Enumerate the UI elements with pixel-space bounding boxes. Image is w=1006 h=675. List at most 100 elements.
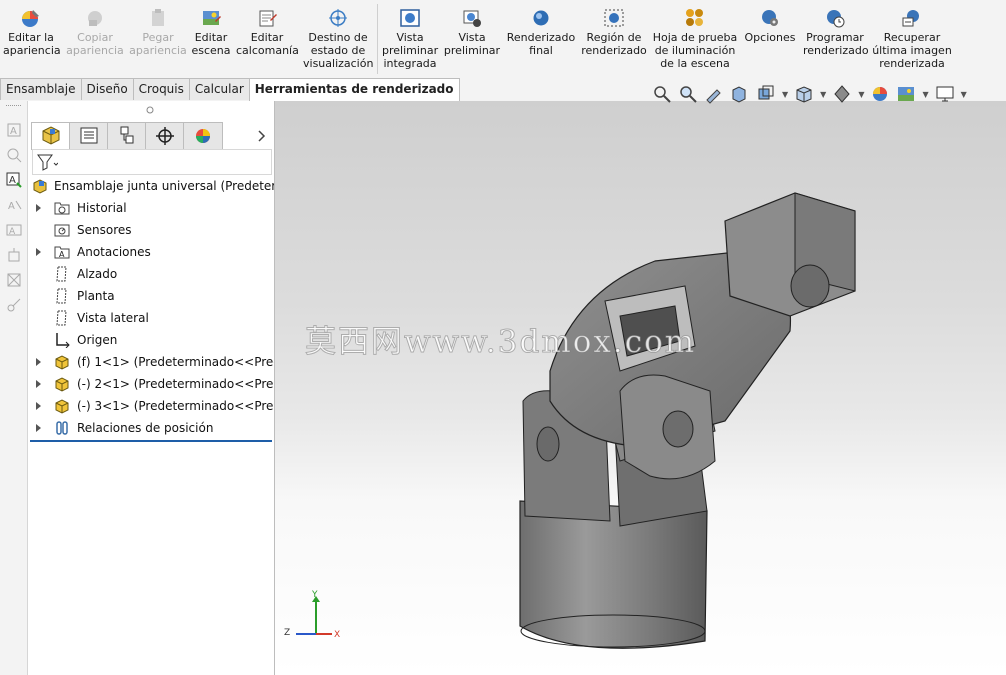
illumination-proof-sheet-button[interactable]: Hoja de prueba de iluminación de la esce… [652,6,738,70]
displaymanager-icon [196,129,210,143]
display-state-target-button[interactable]: Destino de estado de visualización [303,6,373,70]
edit-scene-button[interactable]: Editar escena [190,6,232,57]
weld-symbol-icon[interactable]: A [6,222,22,238]
preview-window-icon [463,10,481,27]
tree-filter-box[interactable] [32,149,272,175]
edit-appearance-button[interactable]: Editar la apariencia [3,6,61,57]
tab-calcular[interactable]: Calcular [188,78,250,100]
balloon-icon[interactable] [6,147,22,163]
featuremanager-icon [42,126,60,145]
tree-item-relaciones-de-posicion[interactable]: Relaciones de posición [28,417,274,439]
tree-item-anotaciones[interactable]: A Anotaciones [28,241,274,263]
ribbon-separator [377,4,378,74]
chevron-down-icon[interactable]: ▼ [858,90,864,99]
chevron-right-icon[interactable] [258,130,266,142]
chevron-down-icon[interactable]: ▼ [820,90,826,99]
left-tool-strip: A A A A [0,101,28,675]
tree-item-alzado[interactable]: Alzado [28,263,274,285]
assembly-icon [33,179,47,194]
sensor-icon [54,224,70,237]
filter-funnel-icon[interactable] [36,153,58,171]
command-manager-ribbon: Editar la apariencia Copiar apariencia P… [0,0,1006,78]
triad-z-label: Z [284,628,291,638]
mates-icon [56,421,68,435]
universal-joint-3d-model[interactable] [275,101,1006,675]
strip-grip[interactable] [6,105,21,116]
expand-arrow-icon[interactable] [36,402,41,410]
chevron-down-icon[interactable]: ▼ [922,90,928,99]
note-icon[interactable]: A [6,122,22,138]
render-region-icon [604,9,624,27]
manager-tab-row [28,122,274,150]
tree-item-part-3[interactable]: (-) 3<1> (Predeterminado<<Predeterminado… [28,395,274,417]
schedule-render-icon [827,10,845,28]
history-folder-icon [54,202,70,215]
tab-configurationmanager[interactable] [107,122,147,150]
final-render-icon [533,10,549,26]
schedule-render-button[interactable]: Programar renderizado [803,6,869,57]
tree-item-sensores[interactable]: Sensores [28,219,274,241]
tab-diseno[interactable]: Diseño [80,78,134,100]
datum-target-icon[interactable] [6,272,22,288]
chevron-down-icon[interactable]: ▼ [961,90,967,99]
tab-croquis[interactable]: Croquis [132,78,190,100]
reference-triad: Y X Z [282,590,342,645]
tree-item-planta[interactable]: Planta [28,285,274,307]
dimxpert-icon [156,127,174,145]
plane-icon [56,266,67,282]
final-render-button[interactable]: Renderizado final [506,6,576,57]
recall-last-render-icon [902,10,919,27]
tree-rollback-bar[interactable] [30,440,272,442]
paste-appearance-button[interactable]: Pegar apariencia [129,6,187,57]
expand-arrow-icon[interactable] [36,248,41,256]
tree-item-historial[interactable]: Historial [28,197,274,219]
display-state-target-icon [329,9,347,27]
tab-displaymanager[interactable] [183,122,223,150]
svg-text:A: A [9,175,16,186]
copy-appearance-icon [88,11,102,26]
expand-arrow-icon[interactable] [36,358,41,366]
tab-herramientas-de-renderizado[interactable]: Herramientas de renderizado [248,78,460,101]
triad-y-label: Y [312,590,318,600]
tree-item-vista-lateral[interactable]: Vista lateral [28,307,274,329]
tree-item-part-2[interactable]: (-) 2<1> (Predeterminado<<Predeterminado… [28,373,274,395]
paste-appearance-icon [152,9,164,26]
auto-balloon-icon[interactable]: A [6,172,22,188]
svg-text:A: A [59,250,65,259]
expand-arrow-icon[interactable] [36,380,41,388]
svg-text:A: A [10,126,17,137]
svg-text:A: A [9,227,16,237]
tab-featuremanager[interactable] [31,122,71,150]
tree-item-origen[interactable]: Origen [28,329,274,351]
watermark-text: 莫西网www.3dmox.com [304,324,697,361]
preview-window-button[interactable]: Vista preliminar [443,6,501,57]
expand-arrow-icon[interactable] [36,424,41,432]
hole-callout-icon[interactable] [6,297,22,313]
render-region-button[interactable]: Región de renderizado [580,6,648,57]
propertymanager-icon [80,127,98,144]
integrated-preview-button[interactable]: Vista preliminar integrada [382,6,438,70]
tab-ensamblaje[interactable]: Ensamblaje [0,78,82,100]
panel-collapse-handle[interactable] [146,106,154,114]
plane-icon [56,288,67,304]
plane-icon [56,310,67,326]
scene-icon [203,11,221,25]
surface-finish-icon[interactable]: A [6,197,22,213]
options-button[interactable]: Opciones [742,6,798,44]
tree-root-assembly[interactable]: Ensamblaje junta universal (Predetermina… [28,175,274,197]
integrated-preview-icon [400,9,420,27]
copy-appearance-button[interactable]: Copiar apariencia [66,6,124,57]
decal-icon [259,10,277,27]
svg-text:A: A [8,201,15,212]
tree-item-part-1[interactable]: (f) 1<1> (Predeterminado<<Predeterminado… [28,351,274,373]
tab-dimxpert[interactable] [145,122,185,150]
expand-arrow-icon[interactable] [36,204,41,212]
datum-feature-icon[interactable] [6,247,22,263]
edit-decal-button[interactable]: Editar calcomanía [236,6,299,57]
chevron-down-icon[interactable]: ▼ [782,90,788,99]
recall-last-render-button[interactable]: Recuperar última imagen renderizada [872,6,952,70]
options-gear-icon [762,10,778,26]
tab-propertymanager[interactable] [69,122,109,150]
part-icon [55,399,69,414]
origin-icon [56,333,70,348]
